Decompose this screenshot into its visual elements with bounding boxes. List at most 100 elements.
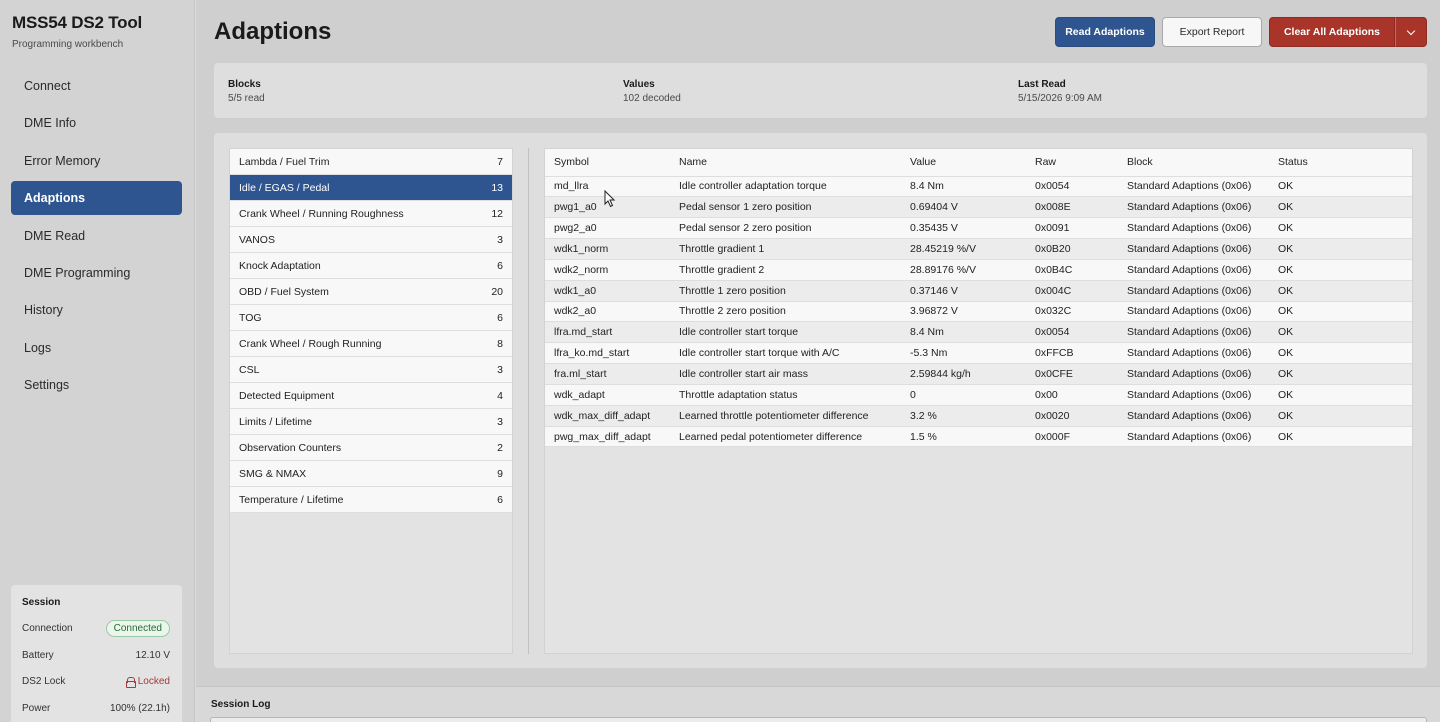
sidebar-item-dme-programming[interactable]: DME Programming [11,256,182,290]
block-count: 3 [497,363,503,376]
cell-name: Idle controller start torque [670,321,901,344]
block-list-item[interactable]: SMG & NMAX 9 [230,461,512,487]
battery-value: 12.10 V [135,649,170,661]
block-list-item[interactable]: OBD / Fuel System 20 [230,279,512,305]
table-row[interactable]: md_llra Idle controller adaptation torque… [545,176,1412,198]
cell-value: 3.96872 V [901,301,1026,323]
cell-raw: 0x008E [1026,196,1118,219]
cell-symbol: wdk_adapt [545,384,670,406]
block-name: Crank Wheel / Running Roughness [239,207,404,220]
export-report-button[interactable]: Export Report [1162,17,1262,47]
clear-all-adaptions-button[interactable]: Clear All Adaptions [1269,17,1395,47]
summary-values-value: 102 decoded [623,93,681,104]
cell-block: Standard Adaptions (0x06) [1118,321,1269,344]
cell-name: Learned throttle potentiometer differenc… [670,405,901,427]
chevron-down-icon [1406,26,1416,35]
column-header-status[interactable]: Status [1269,149,1412,177]
cell-raw: 0x0B4C [1026,259,1118,281]
cell-raw: 0xFFCB [1026,342,1118,365]
block-name: Observation Counters [239,441,342,454]
table-row[interactable]: wdk1_norm Throttle gradient 1 28.45219 %/V… [545,238,1412,260]
session-log-output[interactable] [210,717,1427,722]
block-count: 7 [497,155,503,168]
table-row[interactable]: lfra.md_start Idle controller start torqu… [545,321,1412,344]
clear-options-dropdown-button[interactable] [1395,17,1427,47]
table-body: md_llra Idle controller adaptation torque… [545,176,1412,448]
table-row[interactable]: pwg1_a0 Pedal sensor 1 zero position 0.694… [545,196,1412,219]
block-name: VANOS [239,233,275,246]
cell-name: Learned pedal potentiometer difference [670,426,901,448]
block-name: Crank Wheel / Rough Running [239,337,382,350]
page-title: Adaptions [214,18,332,45]
session-panel: Session Connection Connected Battery 12.… [11,585,182,722]
block-name: Knock Adaptation [239,259,321,272]
cell-status: OK [1269,301,1412,323]
cell-name: Idle controller adaptation torque [670,176,901,198]
cell-symbol: wdk2_a0 [545,301,670,323]
block-list-item[interactable]: Crank Wheel / Rough Running 8 [230,331,512,357]
column-header-value[interactable]: Value [901,149,1026,177]
sidebar-item-error-memory[interactable]: Error Memory [11,144,182,178]
block-list-item[interactable]: Temperature / Lifetime 6 [230,487,512,513]
block-count: 8 [497,337,503,350]
table-row[interactable]: pwg_max_diff_adapt Learned pedal potentio… [545,426,1412,448]
column-header-raw[interactable]: Raw [1026,149,1118,177]
cell-symbol: wdk1_norm [545,238,670,260]
block-list-item[interactable]: CSL 3 [230,357,512,383]
table-row[interactable]: lfra_ko.md_start Idle controller start to… [545,342,1412,365]
cell-status: OK [1269,342,1412,365]
read-adaptions-button[interactable]: Read Adaptions [1055,17,1155,47]
table-row[interactable]: wdk2_norm Throttle gradient 2 28.89176 %/V… [545,259,1412,281]
table-row[interactable]: fra.ml_start Idle controller start air ma… [545,363,1412,385]
sidebar-item-logs[interactable]: Logs [11,331,182,365]
session-row-lock: DS2 Lock Locked [22,671,170,691]
adaption-table: Symbol Name Value Raw Block Status md_ll… [545,149,1412,448]
block-list-item[interactable]: Lambda / Fuel Trim 7 [230,149,512,175]
app-subtitle: Programming workbench [12,39,124,50]
block-list-item[interactable]: TOG 6 [230,305,512,331]
summary-values-label: Values [623,79,655,90]
sidebar-item-dme-info[interactable]: DME Info [11,106,182,140]
table-row[interactable]: wdk2_a0 Throttle 2 zero position 3.96872 V… [545,301,1412,323]
cell-name: Idle controller start air mass [670,363,901,385]
block-list-item[interactable]: Crank Wheel / Running Roughness 12 [230,201,512,227]
cell-raw: 0x00 [1026,384,1118,406]
battery-label: Battery [22,649,54,661]
cell-value: 0.69404 V [901,196,1026,219]
table-row[interactable]: wdk_max_diff_adapt Learned throttle poten… [545,405,1412,427]
sidebar-item-dme-read[interactable]: DME Read [11,219,182,253]
block-name: Temperature / Lifetime [239,493,344,506]
column-header-block[interactable]: Block [1118,149,1269,177]
lock-value: Locked [137,675,170,687]
app-title: MSS54 DS2 Tool [12,13,143,32]
cell-symbol: pwg2_a0 [545,217,670,240]
cell-value: 28.89176 %/V [901,259,1026,281]
sidebar-item-history[interactable]: History [11,293,182,327]
block-name: CSL [239,363,260,376]
block-list-item[interactable]: Limits / Lifetime 3 [230,409,512,435]
table-row[interactable]: wdk1_a0 Throttle 1 zero position 0.37146 V… [545,280,1412,302]
cell-status: OK [1269,384,1412,406]
sidebar-item-settings[interactable]: Settings [11,368,182,402]
block-list-item[interactable]: VANOS 3 [230,227,512,253]
cell-name: Throttle 1 zero position [670,280,901,302]
block-list-item[interactable]: Detected Equipment 4 [230,383,512,409]
block-list-item[interactable]: Knock Adaptation 6 [230,253,512,279]
column-header-name[interactable]: Name [670,149,901,177]
table-row[interactable]: wdk_adapt Throttle adaptation status 0 0x00… [545,384,1412,406]
table-row[interactable]: pwg2_a0 Pedal sensor 2 zero position 0.354… [545,217,1412,240]
block-count: 20 [491,285,503,298]
sidebar-item-adaptions[interactable]: Adaptions [11,181,182,216]
cell-block: Standard Adaptions (0x06) [1118,196,1269,219]
cell-name: Throttle adaptation status [670,384,901,406]
cell-status: OK [1269,196,1412,219]
cell-value: 8.4 Nm [901,176,1026,198]
cell-block: Standard Adaptions (0x06) [1118,259,1269,281]
column-header-symbol[interactable]: Symbol [545,149,670,177]
sidebar-item-connect[interactable]: Connect [11,69,182,103]
cell-value: 2.59844 kg/h [901,363,1026,385]
block-list-item[interactable]: Observation Counters 2 [230,435,512,461]
block-list-item[interactable]: Idle / EGAS / Pedal 13 [230,175,512,201]
cell-block: Standard Adaptions (0x06) [1118,280,1269,302]
cell-symbol: lfra_ko.md_start [545,342,670,365]
